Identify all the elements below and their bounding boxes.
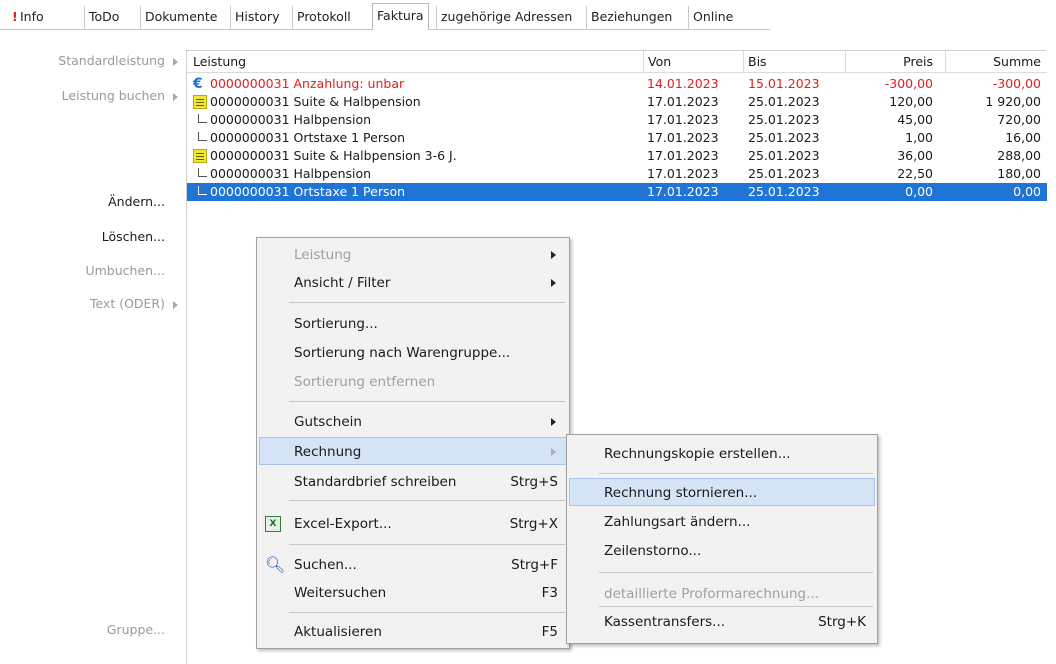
grid-header: Leistung Von Bis Preis Summe: [187, 51, 1047, 73]
tree-child-icon: [198, 186, 207, 195]
menu-item-sortierung[interactable]: Sortierung...: [260, 310, 566, 338]
table-row[interactable]: 0000000031 Ortstaxe 1 Person 17.01.2023 …: [187, 129, 1047, 147]
menu-item-gutschein[interactable]: Gutschein: [260, 408, 566, 436]
tree-child-icon: [198, 168, 207, 177]
table-row[interactable]: 0000000031 Halbpension 17.01.2023 25.01.…: [187, 165, 1047, 183]
menu-item-excel-export[interactable]: X Excel-Export... Strg+X: [260, 510, 566, 538]
tab-todo[interactable]: ToDo: [84, 6, 119, 30]
standardleistung-button[interactable]: Standardleistung: [20, 50, 178, 72]
submenu-arrow-icon: [173, 300, 178, 309]
menu-separator: [289, 500, 565, 501]
menu-item-leistung[interactable]: Leistung: [260, 241, 566, 269]
col-header-von[interactable]: Von: [643, 51, 743, 73]
tab-faktura[interactable]: Faktura: [372, 3, 429, 30]
aendern-button[interactable]: Ändern...: [20, 191, 165, 213]
menu-separator: [599, 606, 873, 607]
table-row[interactable]: 0000000031 Suite & Halbpension 17.01.202…: [187, 93, 1047, 111]
loeschen-button[interactable]: Löschen...: [20, 226, 165, 248]
menu-item-rechnung[interactable]: Rechnung: [259, 437, 567, 465]
col-header-preis[interactable]: Preis: [845, 51, 945, 73]
menu-item-standardbrief[interactable]: Standardbrief schreiben Strg+S: [260, 468, 566, 496]
submenu-arrow-icon: [551, 418, 556, 426]
excel-icon: X: [265, 516, 281, 532]
col-header-bis[interactable]: Bis: [743, 51, 845, 73]
col-header-summe[interactable]: Summe: [945, 51, 1047, 73]
menu-item-zeilenstorno[interactable]: Zeilenstorno...: [570, 537, 874, 565]
menu-item-zahlungsart[interactable]: Zahlungsart ändern...: [570, 508, 874, 536]
leistung-buchen-button[interactable]: Leistung buchen: [20, 85, 178, 107]
umbuchen-button[interactable]: Umbuchen...: [20, 260, 165, 282]
menu-item-rechnung-stornieren[interactable]: Rechnung stornieren...: [569, 478, 875, 506]
menu-item-weitersuchen[interactable]: Weitersuchen F3: [260, 579, 566, 607]
menu-item-rechnungskopie[interactable]: Rechnungskopie erstellen...: [570, 440, 874, 468]
submenu-arrow-icon: [551, 279, 556, 287]
tab-online[interactable]: Online: [688, 6, 733, 30]
tree-child-icon: [198, 132, 207, 141]
list-icon: [193, 95, 207, 109]
menu-separator: [599, 473, 873, 474]
tab-dokumente[interactable]: Dokumente: [140, 6, 217, 30]
menu-item-proforma[interactable]: detaillierte Proformarechnung...: [570, 580, 874, 608]
menu-separator: [289, 401, 565, 402]
gruppe-button[interactable]: Gruppe...: [20, 619, 165, 641]
tab-zugehoerige-adressen[interactable]: zugehörige Adressen: [436, 6, 572, 30]
tab-history[interactable]: History: [230, 6, 279, 30]
text-oder-button[interactable]: Text (ODER): [20, 293, 178, 315]
tree-child-icon: [198, 114, 207, 123]
menu-separator: [599, 572, 873, 573]
tab-bar: ! Info ToDo Dokumente History Protokoll F…: [0, 0, 1056, 30]
menu-item-ansicht-filter[interactable]: Ansicht / Filter: [260, 269, 566, 297]
col-header-leistung[interactable]: Leistung: [193, 51, 643, 73]
submenu-arrow-icon: [173, 57, 178, 66]
list-icon: [193, 149, 207, 163]
menu-item-aktualisieren[interactable]: Aktualisieren F5: [260, 618, 566, 646]
tab-info[interactable]: ! Info: [12, 6, 44, 30]
menu-item-sortierung-entfernen[interactable]: Sortierung entfernen: [260, 368, 566, 396]
search-icon: 🔍︎: [265, 555, 286, 574]
submenu-arrow-icon: [551, 251, 556, 259]
table-row-selected[interactable]: 0000000031 Ortstaxe 1 Person 17.01.2023 …: [187, 183, 1047, 201]
table-row[interactable]: € 0000000031 Anzahlung: unbar 14.01.2023…: [187, 75, 1047, 93]
rechnung-submenu: Rechnungskopie erstellen... Rechnung sto…: [566, 434, 878, 644]
table-row[interactable]: 0000000031 Suite & Halbpension 3-6 J. 17…: [187, 147, 1047, 165]
submenu-arrow-icon: [173, 92, 178, 101]
submenu-arrow-icon: [551, 448, 556, 456]
exclamation-icon: !: [12, 9, 18, 24]
menu-separator: [289, 612, 565, 613]
tab-protokoll[interactable]: Protokoll: [292, 6, 351, 30]
euro-icon: €: [193, 76, 203, 92]
menu-item-sortierung-warengruppe[interactable]: Sortierung nach Warengruppe...: [260, 339, 566, 367]
tab-beziehungen[interactable]: Beziehungen: [586, 6, 672, 30]
menu-separator: [289, 544, 565, 545]
context-menu: Leistung Ansicht / Filter Sortierung... …: [256, 237, 570, 649]
menu-item-kassentransfers[interactable]: Kassentransfers... Strg+K: [570, 608, 874, 636]
menu-item-suchen[interactable]: 🔍︎ Suchen... Strg+F: [260, 551, 566, 579]
menu-separator: [289, 302, 565, 303]
table-row[interactable]: 0000000031 Halbpension 17.01.2023 25.01.…: [187, 111, 1047, 129]
